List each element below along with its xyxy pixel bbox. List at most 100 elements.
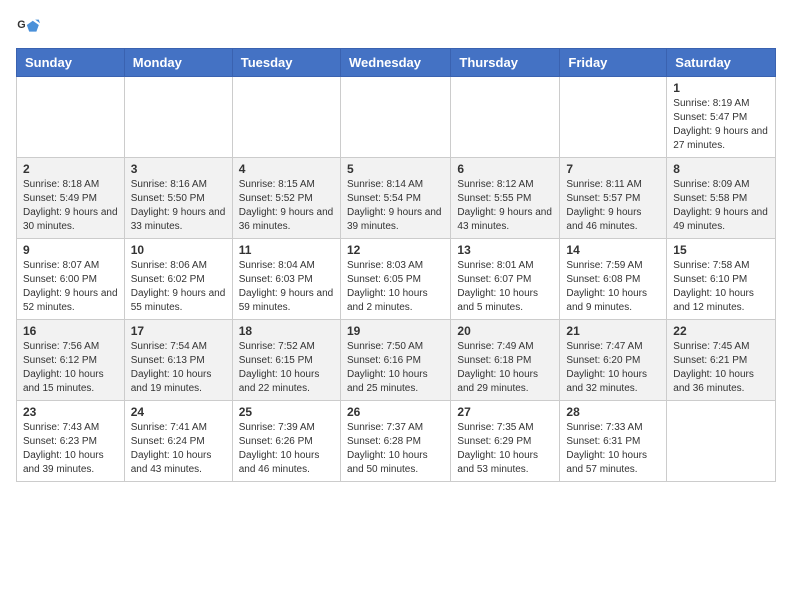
calendar-cell: [667, 401, 776, 482]
day-number: 1: [673, 81, 769, 95]
calendar-header-row: SundayMondayTuesdayWednesdayThursdayFrid…: [17, 49, 776, 77]
calendar-cell: [124, 77, 232, 158]
day-info: Sunrise: 8:09 AM Sunset: 5:58 PM Dayligh…: [673, 178, 769, 234]
calendar-cell: [232, 77, 340, 158]
day-number: 28: [566, 405, 660, 419]
day-number: 5: [347, 162, 444, 176]
calendar-cell: 5Sunrise: 8:14 AM Sunset: 5:54 PM Daylig…: [340, 158, 450, 239]
calendar-cell: [451, 77, 560, 158]
calendar-cell: 10 Sunrise: 8:06 AM Sunset: 6:02 PM Dayli…: [124, 239, 232, 320]
day-info: Sunrise: 7:39 AM Sunset: 6:26 PM Dayligh…: [239, 421, 334, 477]
day-info: Sunrise: 7:58 AM Sunset: 6:10 PM Dayligh…: [673, 259, 769, 315]
svg-text:G: G: [17, 19, 25, 31]
day-info: Sunrise: 7:35 AM Sunset: 6:29 PM Dayligh…: [457, 421, 553, 477]
day-info: Sunrise: 7:43 AM Sunset: 6:23 PM Dayligh…: [23, 421, 118, 477]
logo-icon: G: [16, 16, 40, 40]
day-header-saturday: Saturday: [667, 49, 776, 77]
day-info: Sunrise: 8:15 AM Sunset: 5:52 PM Dayligh…: [239, 178, 334, 234]
day-info: Sunrise: 7:33 AM Sunset: 6:31 PM Dayligh…: [566, 421, 660, 477]
day-number: 15: [673, 243, 769, 257]
calendar-cell: 28 Sunrise: 7:33 AM Sunset: 6:31 PM Dayli…: [560, 401, 667, 482]
calendar-cell: 17 Sunrise: 7:54 AM Sunset: 6:13 PM Dayli…: [124, 320, 232, 401]
calendar-cell: [560, 77, 667, 158]
calendar-cell: 12 Sunrise: 8:03 AM Sunset: 6:05 PM Dayli…: [340, 239, 450, 320]
calendar-cell: 6 Sunrise: 8:12 AM Sunset: 5:55 PM Daylig…: [451, 158, 560, 239]
day-number: 7: [566, 162, 660, 176]
calendar-cell: 22 Sunrise: 7:45 AM Sunset: 6:21 PM Dayli…: [667, 320, 776, 401]
day-number: 4: [239, 162, 334, 176]
calendar-cell: 27 Sunrise: 7:35 AM Sunset: 6:29 PM Dayli…: [451, 401, 560, 482]
day-number: 13: [457, 243, 553, 257]
day-number: 27: [457, 405, 553, 419]
day-info: Sunrise: 8:11 AM Sunset: 5:57 PM Dayligh…: [566, 178, 660, 234]
day-info: Sunrise: 7:54 AM Sunset: 6:13 PM Dayligh…: [131, 340, 226, 396]
day-header-thursday: Thursday: [451, 49, 560, 77]
day-info: Sunrise: 7:45 AM Sunset: 6:21 PM Dayligh…: [673, 340, 769, 396]
day-info: Sunrise: 8:16 AM Sunset: 5:50 PM Dayligh…: [131, 178, 226, 234]
day-number: 24: [131, 405, 226, 419]
calendar-cell: 3 Sunrise: 8:16 AM Sunset: 5:50 PM Daylig…: [124, 158, 232, 239]
day-info: Sunrise: 8:19 AM Sunset: 5:47 PM Dayligh…: [673, 97, 769, 153]
day-info: Sunrise: 8:07 AM Sunset: 6:00 PM Dayligh…: [23, 259, 118, 315]
week-row-5: 23 Sunrise: 7:43 AM Sunset: 6:23 PM Dayli…: [17, 401, 776, 482]
day-info: Sunrise: 8:06 AM Sunset: 6:02 PM Dayligh…: [131, 259, 226, 315]
calendar-cell: 8 Sunrise: 8:09 AM Sunset: 5:58 PM Daylig…: [667, 158, 776, 239]
day-info: Sunrise: 8:12 AM Sunset: 5:55 PM Dayligh…: [457, 178, 553, 234]
day-number: 11: [239, 243, 334, 257]
calendar-cell: 1 Sunrise: 8:19 AM Sunset: 5:47 PM Daylig…: [667, 77, 776, 158]
day-number: 12: [347, 243, 444, 257]
calendar-table: SundayMondayTuesdayWednesdayThursdayFrid…: [16, 48, 776, 482]
calendar-cell: 15 Sunrise: 7:58 AM Sunset: 6:10 PM Dayli…: [667, 239, 776, 320]
day-number: 22: [673, 324, 769, 338]
calendar-cell: 19 Sunrise: 7:50 AM Sunset: 6:16 PM Dayli…: [340, 320, 450, 401]
day-info: Sunrise: 7:56 AM Sunset: 6:12 PM Dayligh…: [23, 340, 118, 396]
day-info: Sunrise: 8:01 AM Sunset: 6:07 PM Dayligh…: [457, 259, 553, 315]
day-info: Sunrise: 7:47 AM Sunset: 6:20 PM Dayligh…: [566, 340, 660, 396]
calendar-cell: 11 Sunrise: 8:04 AM Sunset: 6:03 PM Dayli…: [232, 239, 340, 320]
calendar-cell: 21 Sunrise: 7:47 AM Sunset: 6:20 PM Dayli…: [560, 320, 667, 401]
day-info: Sunrise: 7:37 AM Sunset: 6:28 PM Dayligh…: [347, 421, 444, 477]
calendar-cell: [340, 77, 450, 158]
calendar-cell: 18 Sunrise: 7:52 AM Sunset: 6:15 PM Dayli…: [232, 320, 340, 401]
calendar-cell: 26 Sunrise: 7:37 AM Sunset: 6:28 PM Dayli…: [340, 401, 450, 482]
day-number: 3: [131, 162, 226, 176]
day-number: 21: [566, 324, 660, 338]
day-header-sunday: Sunday: [17, 49, 125, 77]
calendar-cell: 4 Sunrise: 8:15 AM Sunset: 5:52 PM Daylig…: [232, 158, 340, 239]
day-number: 6: [457, 162, 553, 176]
day-number: 20: [457, 324, 553, 338]
day-info: Sunrise: 8:03 AM Sunset: 6:05 PM Dayligh…: [347, 259, 444, 315]
day-number: 10: [131, 243, 226, 257]
day-info: Sunrise: 7:50 AM Sunset: 6:16 PM Dayligh…: [347, 340, 444, 396]
day-number: 9: [23, 243, 118, 257]
day-header-tuesday: Tuesday: [232, 49, 340, 77]
calendar-cell: 24Sunrise: 7:41 AM Sunset: 6:24 PM Dayli…: [124, 401, 232, 482]
day-number: 2: [23, 162, 118, 176]
day-number: 26: [347, 405, 444, 419]
day-info: Sunrise: 8:18 AM Sunset: 5:49 PM Dayligh…: [23, 178, 118, 234]
calendar-cell: 7 Sunrise: 8:11 AM Sunset: 5:57 PM Daylig…: [560, 158, 667, 239]
day-header-wednesday: Wednesday: [340, 49, 450, 77]
calendar-cell: 20Sunrise: 7:49 AM Sunset: 6:18 PM Dayli…: [451, 320, 560, 401]
calendar-cell: 25 Sunrise: 7:39 AM Sunset: 6:26 PM Dayli…: [232, 401, 340, 482]
day-number: 14: [566, 243, 660, 257]
calendar-cell: 2 Sunrise: 8:18 AM Sunset: 5:49 PM Daylig…: [17, 158, 125, 239]
header: G: [16, 16, 776, 40]
day-number: 17: [131, 324, 226, 338]
day-number: 16: [23, 324, 118, 338]
week-row-4: 16 Sunrise: 7:56 AM Sunset: 6:12 PM Dayli…: [17, 320, 776, 401]
logo: G: [16, 16, 44, 40]
day-number: 18: [239, 324, 334, 338]
calendar-cell: [17, 77, 125, 158]
week-row-2: 2 Sunrise: 8:18 AM Sunset: 5:49 PM Daylig…: [17, 158, 776, 239]
day-number: 25: [239, 405, 334, 419]
day-info: Sunrise: 8:04 AM Sunset: 6:03 PM Dayligh…: [239, 259, 334, 315]
day-number: 23: [23, 405, 118, 419]
day-header-friday: Friday: [560, 49, 667, 77]
calendar-cell: 14 Sunrise: 7:59 AM Sunset: 6:08 PM Dayli…: [560, 239, 667, 320]
calendar-cell: 16 Sunrise: 7:56 AM Sunset: 6:12 PM Dayli…: [17, 320, 125, 401]
day-info: Sunrise: 7:52 AM Sunset: 6:15 PM Dayligh…: [239, 340, 334, 396]
day-info: Sunrise: 7:59 AM Sunset: 6:08 PM Dayligh…: [566, 259, 660, 315]
day-number: 8: [673, 162, 769, 176]
day-number: 19: [347, 324, 444, 338]
